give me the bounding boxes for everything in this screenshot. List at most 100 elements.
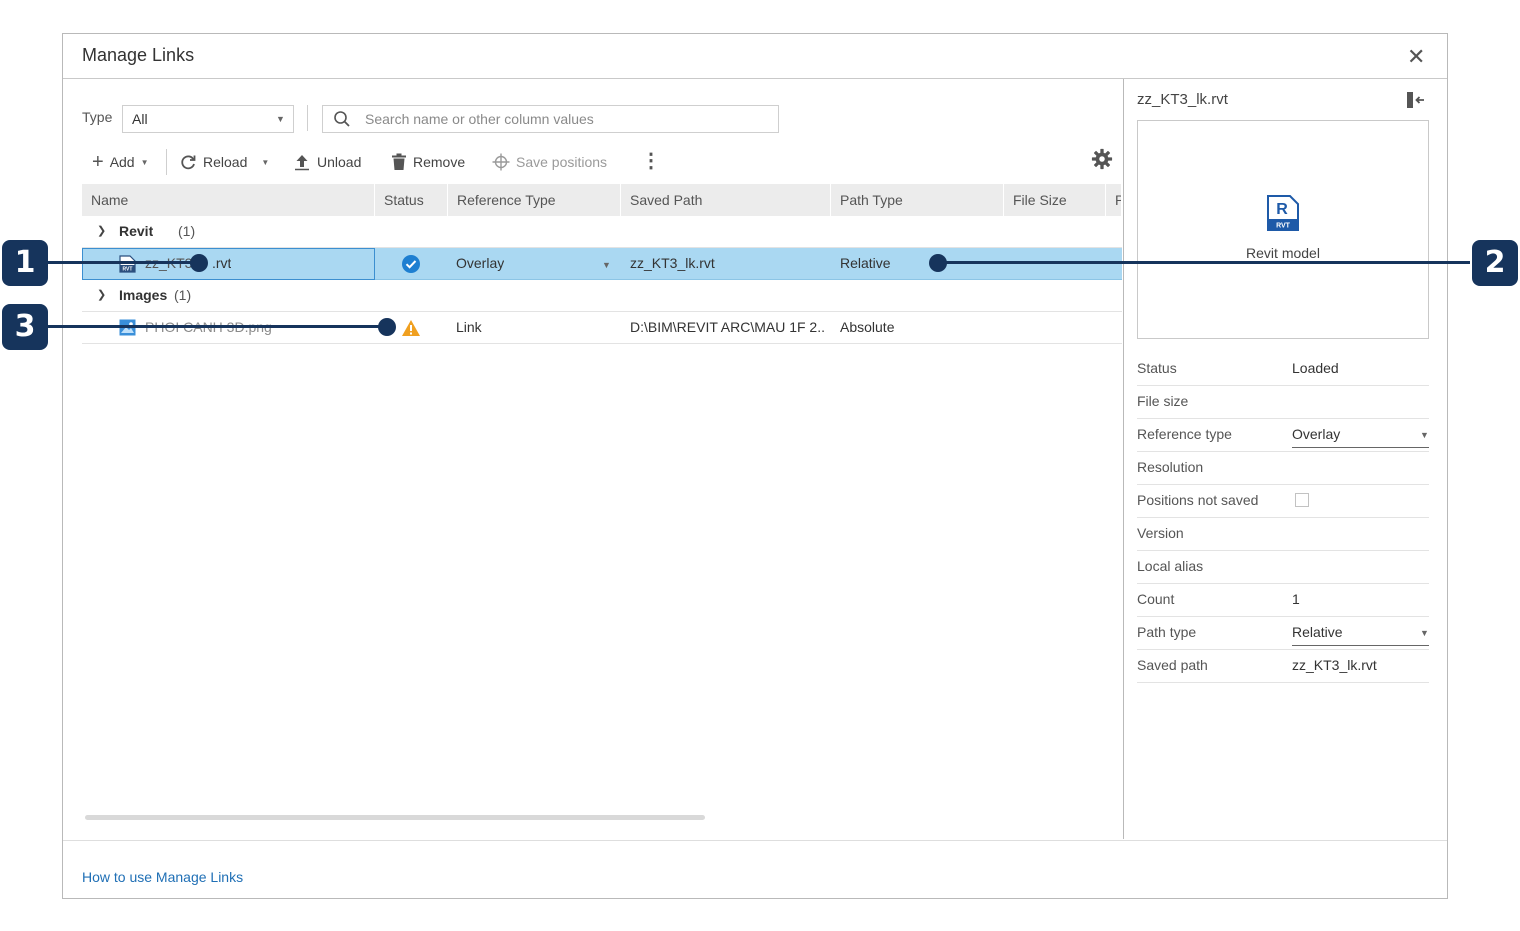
prop-label: Count — [1137, 591, 1175, 607]
dropdown-value: Overlay — [1292, 426, 1341, 442]
group-row-images[interactable]: ❯ Images (1) — [82, 280, 1122, 312]
unload-button[interactable]: Unload — [293, 151, 361, 173]
prop-label: Path type — [1137, 624, 1197, 640]
column-header-truncated[interactable]: P — [1106, 184, 1122, 216]
prop-path-type: Path type Relative ▼ — [1137, 616, 1429, 650]
add-button-label: Add — [109, 154, 135, 170]
chevron-down-icon: ▼ — [602, 260, 611, 270]
group-name: Revit — [119, 223, 154, 239]
trash-icon — [392, 153, 406, 170]
links-pane: Type All ▼ + Add ▼ Reload ▼ — [63, 79, 1122, 839]
chevron-down-icon[interactable]: ❯ — [97, 280, 106, 311]
group-count: (1) — [178, 223, 196, 239]
chevron-down-icon: ▼ — [276, 114, 285, 124]
details-file-name: zz_KT3_lk.rvt — [1137, 91, 1228, 108]
rvt-file-icon: RVT — [119, 255, 136, 273]
column-header-status[interactable]: Status — [375, 184, 448, 216]
group-row-revit[interactable]: ❯ Revit (1) — [82, 216, 1122, 248]
column-header-reference-type[interactable]: Reference Type — [448, 184, 621, 216]
path-type-dropdown[interactable]: Relative ▼ — [1292, 620, 1429, 646]
reload-button[interactable]: Reload ▼ — [179, 151, 269, 173]
prop-value: Loaded — [1292, 360, 1339, 376]
prop-positions-not-saved: Positions not saved — [1137, 484, 1429, 518]
links-grid-header: Name Status Reference Type Saved Path Pa… — [82, 184, 1122, 216]
group-count: (1) — [174, 287, 192, 303]
close-icon[interactable]: ✕ — [1407, 44, 1425, 70]
table-row[interactable]: PHOI CANH 3D.png Link D:\BIM\REVIT ARC\M… — [82, 312, 1122, 344]
column-header-name[interactable]: Name — [82, 184, 375, 216]
prop-version: Version — [1137, 517, 1429, 551]
callout-dot — [190, 254, 208, 272]
chevron-down-icon: ▼ — [1420, 430, 1429, 440]
reload-icon — [181, 155, 196, 170]
chevron-down-icon: ▼ — [140, 157, 149, 167]
prop-saved-path: Saved path zz_KT3_lk.rvt — [1137, 649, 1429, 683]
path-type-value: Relative — [840, 255, 891, 271]
type-filter-select[interactable]: All ▼ — [122, 105, 294, 133]
search-input[interactable] — [363, 109, 767, 129]
gear-icon[interactable] — [1091, 148, 1113, 170]
saved-path-value: zz_KT3_lk.rvt — [630, 255, 715, 271]
prop-label: Local alias — [1137, 558, 1204, 574]
prop-count: Count 1 — [1137, 583, 1429, 617]
reference-type-select[interactable]: Overlay ▼ — [456, 248, 614, 279]
add-button[interactable]: + Add ▼ — [92, 151, 149, 173]
dialog-footer: How to use Manage Links — [63, 840, 1447, 899]
upload-arrow-icon — [295, 155, 309, 171]
reference-type-value: Link — [456, 319, 482, 335]
help-link[interactable]: How to use Manage Links — [82, 869, 243, 885]
chevron-down-icon: ▼ — [1420, 628, 1429, 638]
manage-links-dialog: Manage Links ✕ Type All ▼ + Add ▼ — [62, 33, 1448, 899]
column-header-file-size[interactable]: File Size — [1004, 184, 1106, 216]
reference-type-dropdown[interactable]: Overlay ▼ — [1292, 422, 1429, 448]
svg-text:RVT: RVT — [123, 267, 133, 273]
save-positions-button[interactable]: Save positions — [492, 151, 607, 173]
more-options-icon[interactable]: ⋮ — [641, 149, 661, 173]
reference-type-value: Overlay — [456, 255, 505, 271]
prop-file-size: File size — [1137, 385, 1429, 419]
prop-resolution: Resolution — [1137, 451, 1429, 485]
type-filter-label: Type — [82, 109, 113, 125]
search-icon — [334, 111, 350, 127]
type-filter-value: All — [132, 111, 148, 127]
callout-badge-2: 2 — [1472, 240, 1518, 286]
callout-dot — [378, 318, 396, 336]
callout-line — [48, 325, 388, 328]
group-name: Images — [119, 287, 168, 303]
remove-button-label: Remove — [413, 154, 466, 170]
column-header-path-type[interactable]: Path Type — [831, 184, 1004, 216]
dialog-titlebar: Manage Links ✕ — [63, 34, 1447, 79]
remove-button[interactable]: Remove — [391, 151, 465, 173]
revit-model-icon: R RVT — [1265, 194, 1301, 232]
dialog-title: Manage Links — [82, 45, 195, 65]
dropdown-value: Relative — [1292, 624, 1343, 640]
toolbar-divider — [307, 105, 308, 131]
positions-not-saved-checkbox[interactable] — [1295, 493, 1309, 507]
warning-icon — [401, 319, 421, 337]
column-header-saved-path[interactable]: Saved Path — [621, 184, 831, 216]
prop-label: Reference type — [1137, 426, 1232, 442]
prop-value: zz_KT3_lk.rvt — [1292, 657, 1377, 673]
callout-badge-1: 1 — [2, 240, 48, 286]
details-panel: zz_KT3_lk.rvt R RVT Revit model Status L… — [1123, 79, 1448, 839]
model-preview: R RVT Revit model — [1137, 120, 1429, 339]
prop-label: Positions not saved — [1137, 492, 1259, 508]
path-type-value: Absolute — [840, 319, 895, 335]
reload-button-label: Reload — [203, 154, 248, 170]
callout-line — [48, 261, 198, 264]
chevron-down-icon[interactable]: ❯ — [97, 216, 106, 247]
horizontal-scrollbar[interactable] — [85, 815, 705, 820]
table-row[interactable]: RVT zz_KT3 .rvt Overlay ▼ zz_KT3_lk.rvt … — [82, 248, 1122, 280]
gear-icon-graphic — [1091, 148, 1113, 170]
prop-local-alias: Local alias — [1137, 550, 1429, 584]
saved-path-value: D:\BIM\REVIT ARC\MAU 1F 2... — [630, 319, 825, 335]
prop-label: Saved path — [1137, 657, 1208, 673]
unload-button-label: Unload — [317, 154, 362, 170]
crosshair-icon — [492, 153, 510, 171]
prop-reference-type: Reference type Overlay ▼ — [1137, 418, 1429, 452]
plus-icon: + — [92, 151, 104, 173]
prop-value: 1 — [1292, 591, 1300, 607]
callout-dot — [929, 254, 947, 272]
collapse-panel-icon[interactable] — [1406, 91, 1426, 109]
search-box[interactable] — [322, 105, 779, 133]
